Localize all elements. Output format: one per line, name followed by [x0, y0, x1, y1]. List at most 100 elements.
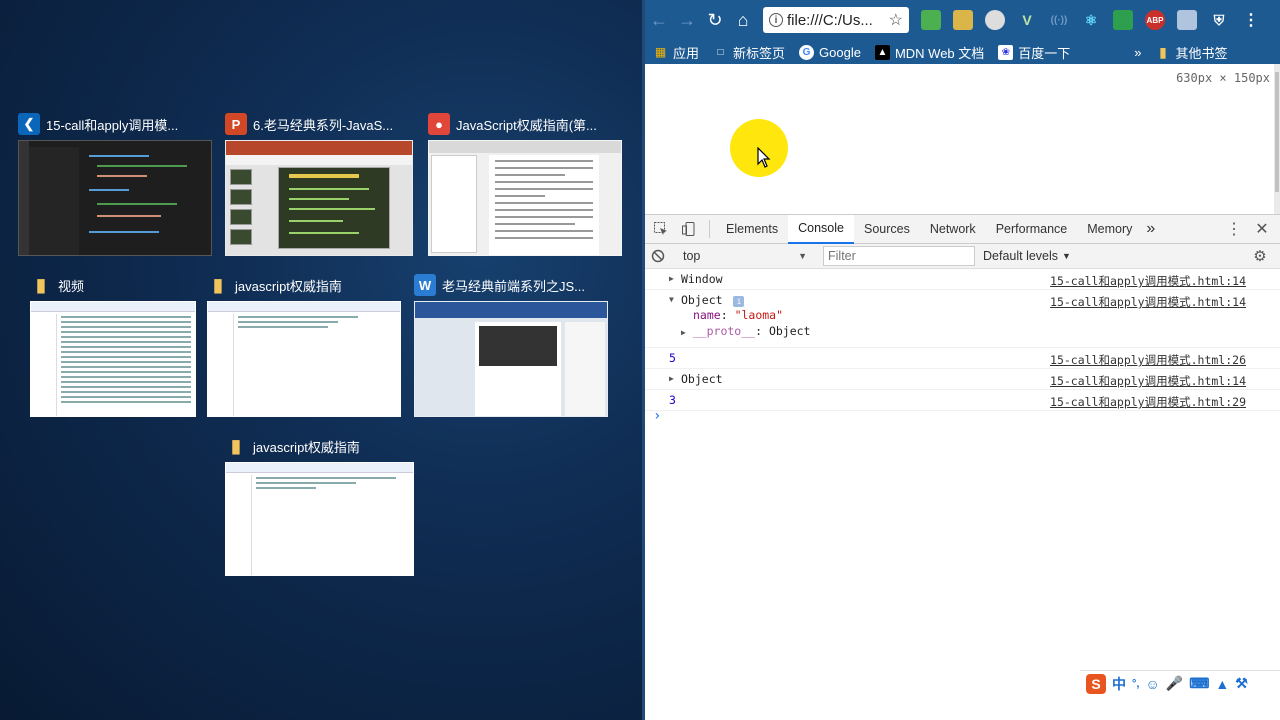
- extension-circle-icon[interactable]: [985, 10, 1005, 30]
- microphone-icon[interactable]: 🎤: [1166, 675, 1183, 692]
- collapse-arrow-icon[interactable]: ▼: [669, 295, 674, 304]
- console-message[interactable]: 5 15-call和apply调用模式.html:26: [645, 348, 1280, 369]
- tab-network[interactable]: Network: [920, 215, 986, 244]
- message-source-link[interactable]: 15-call和apply调用模式.html:14: [1050, 294, 1246, 310]
- console-message[interactable]: ▶ Object 15-call和apply调用模式.html:14: [645, 369, 1280, 390]
- message-text: Object: [681, 293, 723, 307]
- extension-react-icon[interactable]: ⚛: [1081, 10, 1101, 30]
- keyboard-icon[interactable]: ⌨: [1189, 675, 1209, 692]
- task-window-folder-video[interactable]: ▮ 视频: [30, 273, 196, 417]
- mdn-icon: ▲: [874, 44, 890, 60]
- console-prompt[interactable]: ›: [653, 408, 661, 424]
- message-text: 3: [669, 393, 676, 407]
- task-window-folder-javascript-2[interactable]: ▮ javascript权威指南: [225, 434, 414, 576]
- tab-sources[interactable]: Sources: [854, 215, 920, 244]
- clear-console-icon[interactable]: [647, 242, 669, 270]
- extension-image-icon[interactable]: [953, 10, 973, 30]
- bookmark-baidu[interactable]: ❀ 百度一下: [998, 43, 1070, 62]
- message-source-link[interactable]: 15-call和apply调用模式.html:14: [1050, 273, 1246, 289]
- menu-kebab-icon[interactable]: ⋮: [1241, 10, 1261, 30]
- expand-arrow-icon[interactable]: ▶: [669, 374, 674, 383]
- message-text: 5: [669, 351, 676, 365]
- filter-input[interactable]: [823, 246, 975, 266]
- window-title: javascript权威指南: [235, 278, 342, 294]
- forward-icon[interactable]: →: [673, 6, 701, 34]
- bookmark-label: MDN Web 文档: [894, 45, 985, 61]
- window-title: 15-call和apply调用模...: [46, 117, 179, 133]
- console-output[interactable]: ▶ Window 15-call和apply调用模式.html:14 ▼ Obj…: [645, 269, 1280, 664]
- page-viewport[interactable]: 630px × 150px: [645, 64, 1280, 214]
- tab-memory[interactable]: Memory: [1077, 215, 1142, 244]
- bookmark-label: 其他书签: [1175, 45, 1228, 61]
- object-property[interactable]: ▶ __proto__: Object: [669, 323, 1280, 341]
- more-tabs-button[interactable]: »: [1142, 215, 1159, 244]
- close-devtools-icon[interactable]: ✕: [1248, 215, 1276, 243]
- task-window-word[interactable]: W 老马经典前端系列之JS...: [414, 273, 608, 417]
- info-icon[interactable]: i: [769, 13, 783, 27]
- task-window-folder-javascript[interactable]: ▮ javascript权威指南: [207, 273, 401, 417]
- extension-shield-icon[interactable]: ⛨: [1209, 10, 1229, 30]
- page-scrollbar[interactable]: [1274, 64, 1280, 214]
- window-thumbnail[interactable]: [18, 140, 212, 256]
- window-thumbnail[interactable]: [207, 301, 401, 417]
- extension-vue-icon[interactable]: V: [1017, 10, 1037, 30]
- tab-console[interactable]: Console: [788, 214, 854, 244]
- bookmark-other[interactable]: ▮ 其他书签: [1156, 43, 1228, 62]
- console-message[interactable]: ▶ Window 15-call和apply调用模式.html:14: [645, 269, 1280, 290]
- console-message[interactable]: ▼ Object i 15-call和apply调用模式.html:14 nam…: [645, 290, 1280, 348]
- console-message[interactable]: 3 15-call和apply调用模式.html:29: [645, 390, 1280, 411]
- extension-chrome-icon[interactable]: [921, 10, 941, 30]
- tab-performance[interactable]: Performance: [986, 215, 1078, 244]
- bookmarks-overflow-button[interactable]: »: [1134, 45, 1141, 60]
- device-toolbar-icon[interactable]: [675, 215, 703, 243]
- sogou-logo-icon[interactable]: S: [1086, 673, 1106, 694]
- bookmark-google[interactable]: G Google: [799, 44, 861, 60]
- folder-icon: ▮: [231, 435, 241, 456]
- ime-mode-label[interactable]: 中: [1112, 674, 1126, 694]
- folder-icon: ▮: [213, 274, 223, 295]
- tools-icon[interactable]: ⚒: [1235, 675, 1248, 692]
- window-thumbnail[interactable]: [225, 140, 413, 256]
- reload-icon[interactable]: ↻: [701, 6, 729, 34]
- tab-elements[interactable]: Elements: [716, 215, 788, 244]
- bookmark-mdn[interactable]: ▲ MDN Web 文档: [874, 43, 985, 62]
- expand-arrow-icon[interactable]: ▶: [681, 328, 686, 337]
- info-badge-icon[interactable]: i: [733, 296, 745, 307]
- apps-grid-icon: ▦: [654, 45, 667, 59]
- message-source-link[interactable]: 15-call和apply调用模式.html:29: [1050, 394, 1246, 410]
- task-window-powerpoint[interactable]: P 6.老马经典系列-JavaS...: [225, 112, 413, 256]
- devtools-menu-icon[interactable]: ⋮: [1220, 215, 1248, 243]
- extension-box-icon[interactable]: [1177, 10, 1197, 30]
- back-icon[interactable]: ←: [645, 6, 673, 34]
- window-thumbnail[interactable]: [414, 301, 608, 417]
- message-text: Window: [681, 272, 723, 286]
- console-settings-gear-icon[interactable]: ⚙: [1246, 242, 1274, 270]
- bookmark-star-icon[interactable]: ☆: [889, 10, 903, 30]
- message-source-link[interactable]: 15-call和apply调用模式.html:14: [1050, 373, 1246, 389]
- emoji-icon[interactable]: ☺: [1145, 676, 1159, 692]
- bookmark-apps[interactable]: ▦ 应用: [653, 43, 699, 62]
- message-source-link[interactable]: 15-call和apply调用模式.html:26: [1050, 352, 1246, 368]
- skin-icon[interactable]: ▲: [1215, 676, 1229, 692]
- ime-punct-toggle[interactable]: °,: [1132, 678, 1139, 690]
- powerpoint-icon: P: [225, 113, 247, 135]
- extension-sheets-icon[interactable]: [1113, 10, 1133, 30]
- task-window-vscode[interactable]: ❮ 15-call和apply调用模...: [18, 112, 212, 256]
- address-bar[interactable]: i file:///C:/Us... ☆: [763, 7, 909, 33]
- bookmark-new-tab[interactable]: □ 新标签页: [713, 43, 785, 62]
- word-icon: W: [414, 274, 436, 296]
- window-title: 6.老马经典系列-JavaS...: [253, 117, 394, 133]
- log-levels-select[interactable]: Default levels ▼: [983, 249, 1071, 263]
- inspect-element-icon[interactable]: [647, 215, 675, 243]
- viewport-size-badge: 630px × 150px: [1176, 71, 1270, 85]
- extension-abp-icon[interactable]: ABP: [1145, 10, 1165, 30]
- expand-arrow-icon[interactable]: ▶: [669, 274, 674, 283]
- window-thumbnail[interactable]: [30, 301, 196, 417]
- task-window-pdf-reader[interactable]: ● JavaScript权威指南(第...: [428, 112, 622, 256]
- window-thumbnail[interactable]: [225, 462, 414, 576]
- levels-value: Default levels: [983, 249, 1059, 263]
- home-icon[interactable]: ⌂: [729, 6, 757, 34]
- extension-wifi-icon[interactable]: ((·)): [1049, 10, 1069, 30]
- context-selector[interactable]: top ▼: [679, 246, 811, 266]
- window-thumbnail[interactable]: [428, 140, 622, 256]
